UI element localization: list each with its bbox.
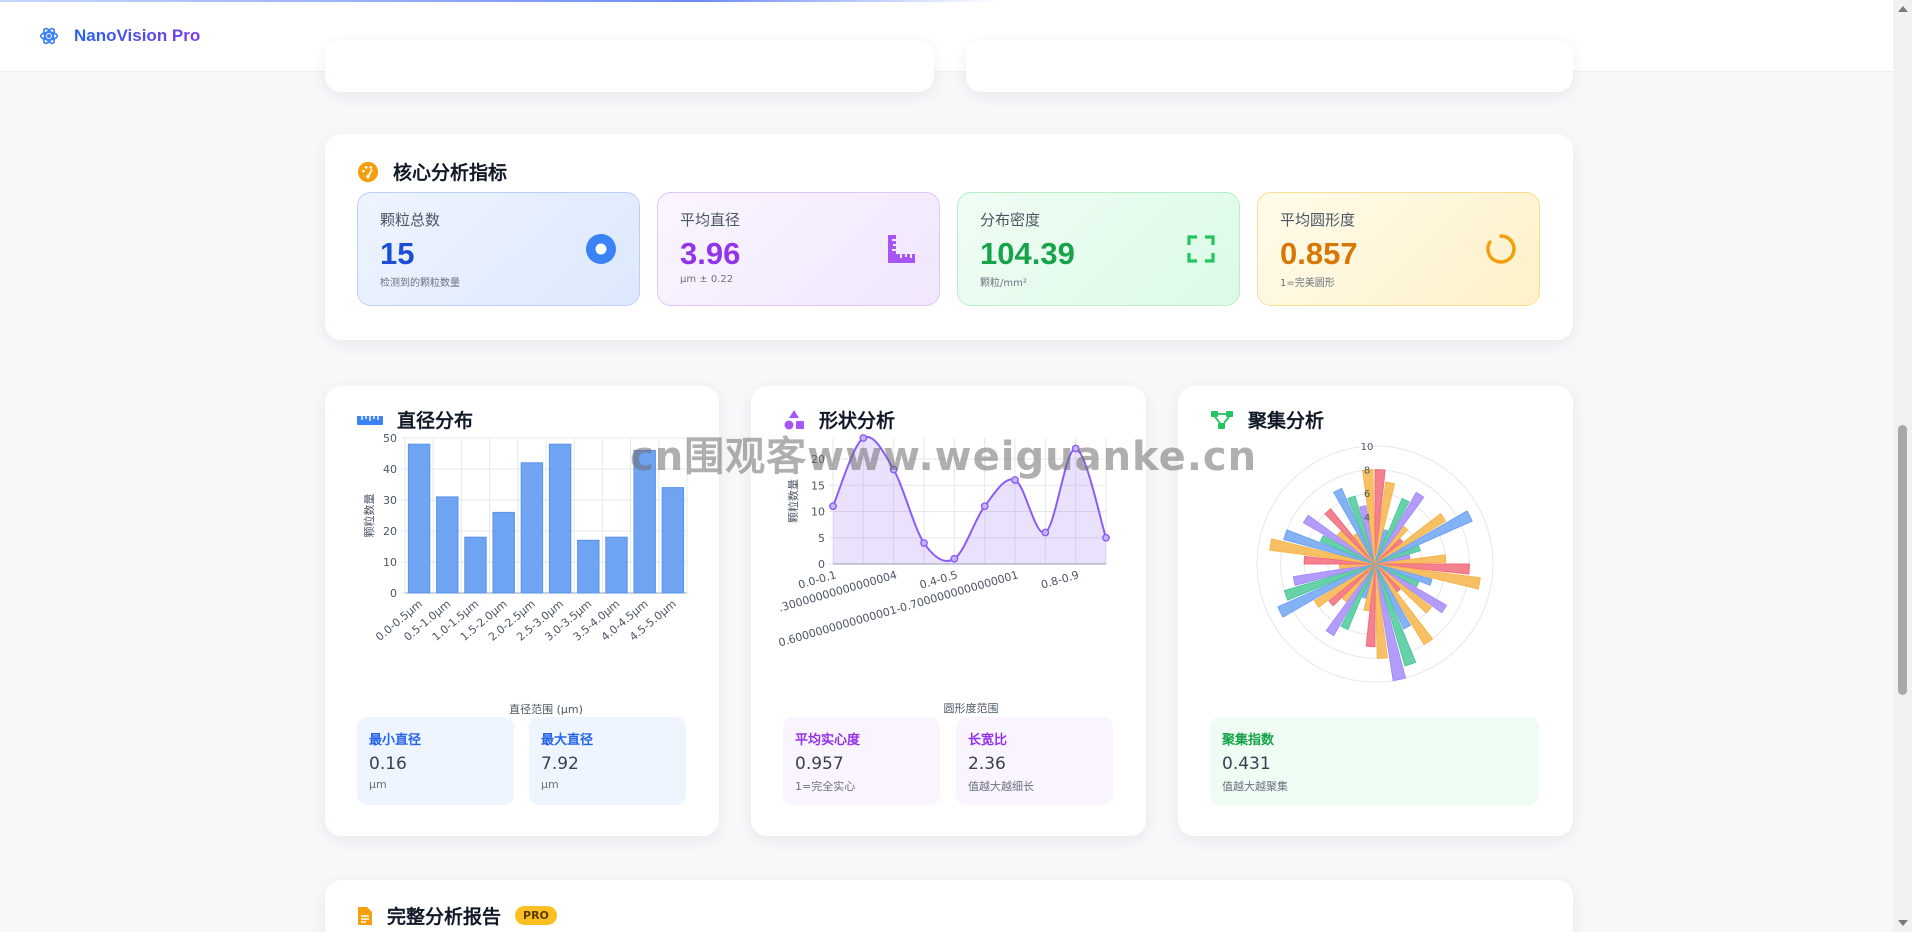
y-tick-label: 20 [383, 525, 397, 538]
core-metrics-title-text: 核心分析指标 [393, 162, 508, 184]
report-card: 完整分析报告 PRO [325, 880, 1573, 932]
stat-label: 长宽比 [968, 733, 1008, 748]
report-title: 完整分析报告 PRO [357, 902, 557, 929]
data-point [980, 502, 989, 511]
bar [548, 443, 572, 594]
stat-sub: 值越大越聚集 [1222, 780, 1288, 793]
bar [436, 496, 459, 594]
metric-value: 0.857 [1280, 236, 1358, 271]
data-point [1102, 533, 1110, 542]
brand-name: NanoVision Pro [74, 25, 201, 45]
y-tick-label: 10 [383, 556, 397, 569]
core-metrics-title: 核心分析指标 [357, 158, 507, 185]
metric-label: 分布密度 [980, 211, 1041, 229]
core-metrics-card: 核心分析指标 颗粒总数 15 检测到的颗粒数量 平均直径 3.96 μm ± 0… [325, 134, 1573, 340]
metric-sub: 1=完美圆形 [1280, 278, 1335, 289]
metric-label: 平均圆形度 [1280, 211, 1356, 229]
stat-value: 0.431 [1222, 754, 1271, 774]
metric-particle-count: 颗粒总数 15 检测到的颗粒数量 [357, 192, 640, 306]
data-point [950, 554, 959, 563]
metric-sub: μm ± 0.22 [680, 274, 734, 285]
file-icon [358, 906, 372, 925]
expand-icon [1187, 235, 1215, 263]
dot-circle-icon [586, 234, 616, 264]
stat-value: 7.92 [541, 754, 579, 774]
radial-tick-label: 8 [1364, 466, 1370, 477]
scroll-down-arrow[interactable] [1898, 920, 1908, 926]
y-tick-label: 10 [811, 506, 825, 519]
metric-label: 颗粒总数 [380, 211, 441, 229]
radial-tick-label: 4 [1364, 513, 1370, 524]
stat-label: 最大直径 [541, 733, 594, 748]
y-tick-label: 0 [818, 558, 825, 571]
y-tick-label: 50 [383, 432, 397, 445]
data-point [829, 502, 837, 511]
report-title-text: 完整分析报告 [387, 906, 502, 928]
brand[interactable]: NanoVision Pro [38, 25, 200, 47]
stat-sub: 1=完全实心 [795, 780, 856, 793]
stat-label: 最小直径 [369, 733, 422, 748]
y-tick-label: 30 [383, 494, 397, 507]
scroll-thumb[interactable] [1898, 425, 1907, 695]
atom-icon [39, 27, 59, 44]
ruler-horizontal-icon [357, 415, 383, 425]
gauge-icon [357, 161, 379, 182]
circle-ring-icon [1486, 234, 1516, 264]
pro-badge: PRO [515, 906, 557, 925]
stat-value: 2.36 [968, 754, 1006, 774]
x-axis-title: 圆形度范围 [944, 701, 999, 715]
stat-cluster-index: 聚集指数 0.431 值越大越聚集 [1210, 717, 1539, 805]
metric-value: 104.39 [980, 236, 1075, 271]
y-axis-title: 颗粒数量 [362, 494, 376, 538]
scroll-up-arrow[interactable] [1898, 6, 1908, 12]
upper-left-card [325, 40, 934, 92]
metric-density: 分布密度 104.39 颗粒/mm² [957, 192, 1240, 306]
top-navbar: NanoVision Pro [0, 0, 1893, 72]
y-axis-title: 颗粒数量 [786, 479, 800, 523]
radial-tick-label: 6 [1364, 489, 1370, 500]
metric-mean-diameter: 平均直径 3.96 μm ± 0.22 [657, 192, 940, 306]
upper-right-card [966, 40, 1573, 92]
scrollbar[interactable] [1893, 0, 1912, 932]
metric-circularity: 平均圆形度 0.857 1=完美圆形 [1257, 192, 1540, 306]
bar [661, 487, 685, 594]
stat-value: 0.957 [795, 754, 844, 774]
stat-min-diameter: 最小直径 0.16 μm [357, 717, 514, 805]
metric-sub: 颗粒/mm² [980, 278, 1027, 289]
bar [407, 443, 431, 594]
y-tick-label: 0 [390, 587, 397, 600]
x-tick-label: 0.8-0.9 [1039, 568, 1080, 591]
data-point [1041, 528, 1050, 537]
stat-value: 0.16 [369, 754, 407, 774]
bar [492, 511, 515, 594]
y-tick-label: 5 [818, 532, 825, 545]
stat-max-diameter: 最大直径 7.92 μm [529, 717, 686, 805]
bar [464, 536, 487, 594]
stat-label: 聚集指数 [1222, 733, 1275, 748]
stat-solidity: 平均实心度 0.957 1=完全实心 [783, 717, 940, 805]
stat-sub: μm [369, 778, 387, 791]
stat-aspect-ratio: 长宽比 2.36 值越大越细长 [956, 717, 1113, 805]
watermark: cn围观客www.weiguanke.cn [630, 434, 1258, 480]
bar [577, 539, 600, 594]
x-axis-title: 直径范围 (μm) [509, 702, 583, 716]
metric-sub: 检测到的颗粒数量 [380, 278, 460, 289]
stat-sub: μm [541, 778, 559, 791]
y-tick-label: 40 [383, 463, 397, 476]
metric-value: 15 [380, 236, 415, 271]
bar [520, 462, 544, 594]
stat-label: 平均实心度 [795, 733, 861, 748]
radial-tick-label: 10 [1361, 442, 1374, 453]
ruler-icon [888, 235, 915, 263]
data-point [920, 539, 928, 547]
stat-sub: 值越大越细长 [968, 780, 1034, 793]
metric-value: 3.96 [680, 236, 741, 271]
metric-label: 平均直径 [680, 211, 741, 229]
bar [605, 536, 628, 594]
